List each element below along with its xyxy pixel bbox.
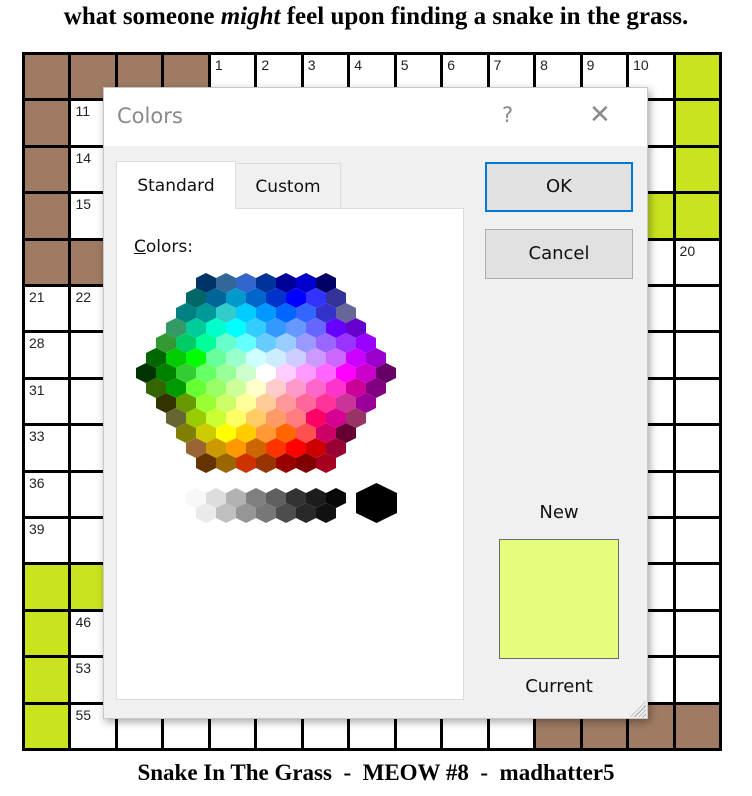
clue-number: 33 [29, 428, 45, 445]
clue-number: 6 [447, 57, 455, 73]
green-cell[interactable] [675, 55, 719, 99]
grid-cell[interactable] [675, 379, 719, 424]
brown-cell[interactable] [25, 194, 69, 238]
clue-number: 46 [75, 613, 92, 630]
grid-cell[interactable] [675, 287, 719, 331]
help-icon[interactable]: ? [502, 103, 513, 127]
green-cell[interactable] [675, 194, 719, 238]
clue-number: 2 [261, 57, 270, 73]
new-label: New [539, 502, 579, 523]
puzzle-prompt: what someone might feel upon finding a s… [0, 3, 752, 31]
clue-number: 7 [493, 57, 502, 73]
puzzle-caption: Snake In The Grass - MEOW #8 - madhatter… [137, 760, 615, 785]
grid-cell[interactable] [675, 658, 719, 702]
close-icon[interactable]: ✕ [589, 100, 611, 130]
grid-cell[interactable] [675, 472, 719, 516]
prompt-text: what someone [63, 3, 221, 30]
grid-cell[interactable] [675, 565, 719, 609]
green-cell[interactable] [25, 565, 69, 609]
green-cell[interactable] [25, 658, 69, 702]
clue-number: 21 [29, 289, 45, 305]
clue-number: 11 [75, 103, 90, 120]
resize-grip[interactable] [630, 701, 646, 717]
green-cell[interactable] [25, 611, 69, 656]
grid-cell[interactable]: 39 [25, 519, 69, 563]
green-cell[interactable] [25, 704, 69, 748]
grid-cell[interactable] [675, 333, 719, 377]
clue-number: 53 [75, 660, 92, 677]
prompt-text-end: feel upon finding a snake in the grass. [280, 3, 689, 30]
clue-number: 28 [29, 335, 45, 352]
grid-cell[interactable]: 36 [25, 472, 69, 516]
clue-number: 31 [29, 381, 45, 398]
brown-cell[interactable] [25, 240, 69, 284]
colors-dialog: Colors ? ✕ Standard Custom Colors: OK Ca… [103, 87, 648, 719]
green-cell[interactable] [675, 147, 719, 192]
brown-cell[interactable] [25, 55, 69, 99]
clue-number: 8 [540, 57, 548, 73]
clue-number: 15 [75, 196, 92, 213]
brown-cell[interactable] [675, 704, 719, 748]
title-bar: Colors ? ✕ [104, 88, 647, 146]
grid-cell[interactable]: 21 [25, 287, 69, 331]
green-cell[interactable] [675, 101, 719, 145]
grid-cell[interactable] [675, 426, 719, 470]
grid-cell[interactable]: 33 [25, 426, 69, 470]
tab-standard[interactable]: Standard [116, 161, 236, 209]
black-swatch[interactable] [356, 483, 397, 523]
clue-number: 1 [214, 57, 223, 73]
grid-cell[interactable] [675, 611, 719, 656]
brown-cell[interactable] [25, 147, 69, 192]
clue-number: 9 [586, 57, 595, 73]
grid-cell[interactable] [675, 519, 719, 563]
clue-number: 14 [75, 149, 92, 166]
brown-cell[interactable] [25, 101, 69, 145]
tab-custom[interactable]: Custom [235, 163, 341, 209]
standard-panel: Colors: [116, 208, 464, 700]
cancel-button[interactable]: Cancel [485, 229, 633, 279]
clue-number: 5 [400, 57, 409, 73]
clue-number: 3 [307, 57, 316, 73]
color-preview-swatch [499, 539, 619, 659]
prompt-emphasis: might [220, 3, 281, 30]
grid-cell[interactable]: 20 [675, 240, 719, 284]
clue-number: 20 [679, 242, 696, 259]
dialog-title: Colors [117, 104, 183, 128]
grid-cell[interactable]: 31 [25, 379, 69, 424]
clue-number: 4 [354, 57, 363, 73]
clue-number: 36 [29, 474, 45, 491]
clue-number: 22 [75, 289, 92, 305]
current-label: Current [525, 676, 593, 697]
color-palette[interactable] [117, 209, 463, 699]
clue-number: 39 [29, 521, 45, 537]
grid-cell[interactable]: 28 [25, 333, 69, 377]
clue-number: 55 [75, 706, 92, 723]
ok-button[interactable]: OK [485, 162, 633, 212]
clue-number: 10 [633, 57, 649, 73]
